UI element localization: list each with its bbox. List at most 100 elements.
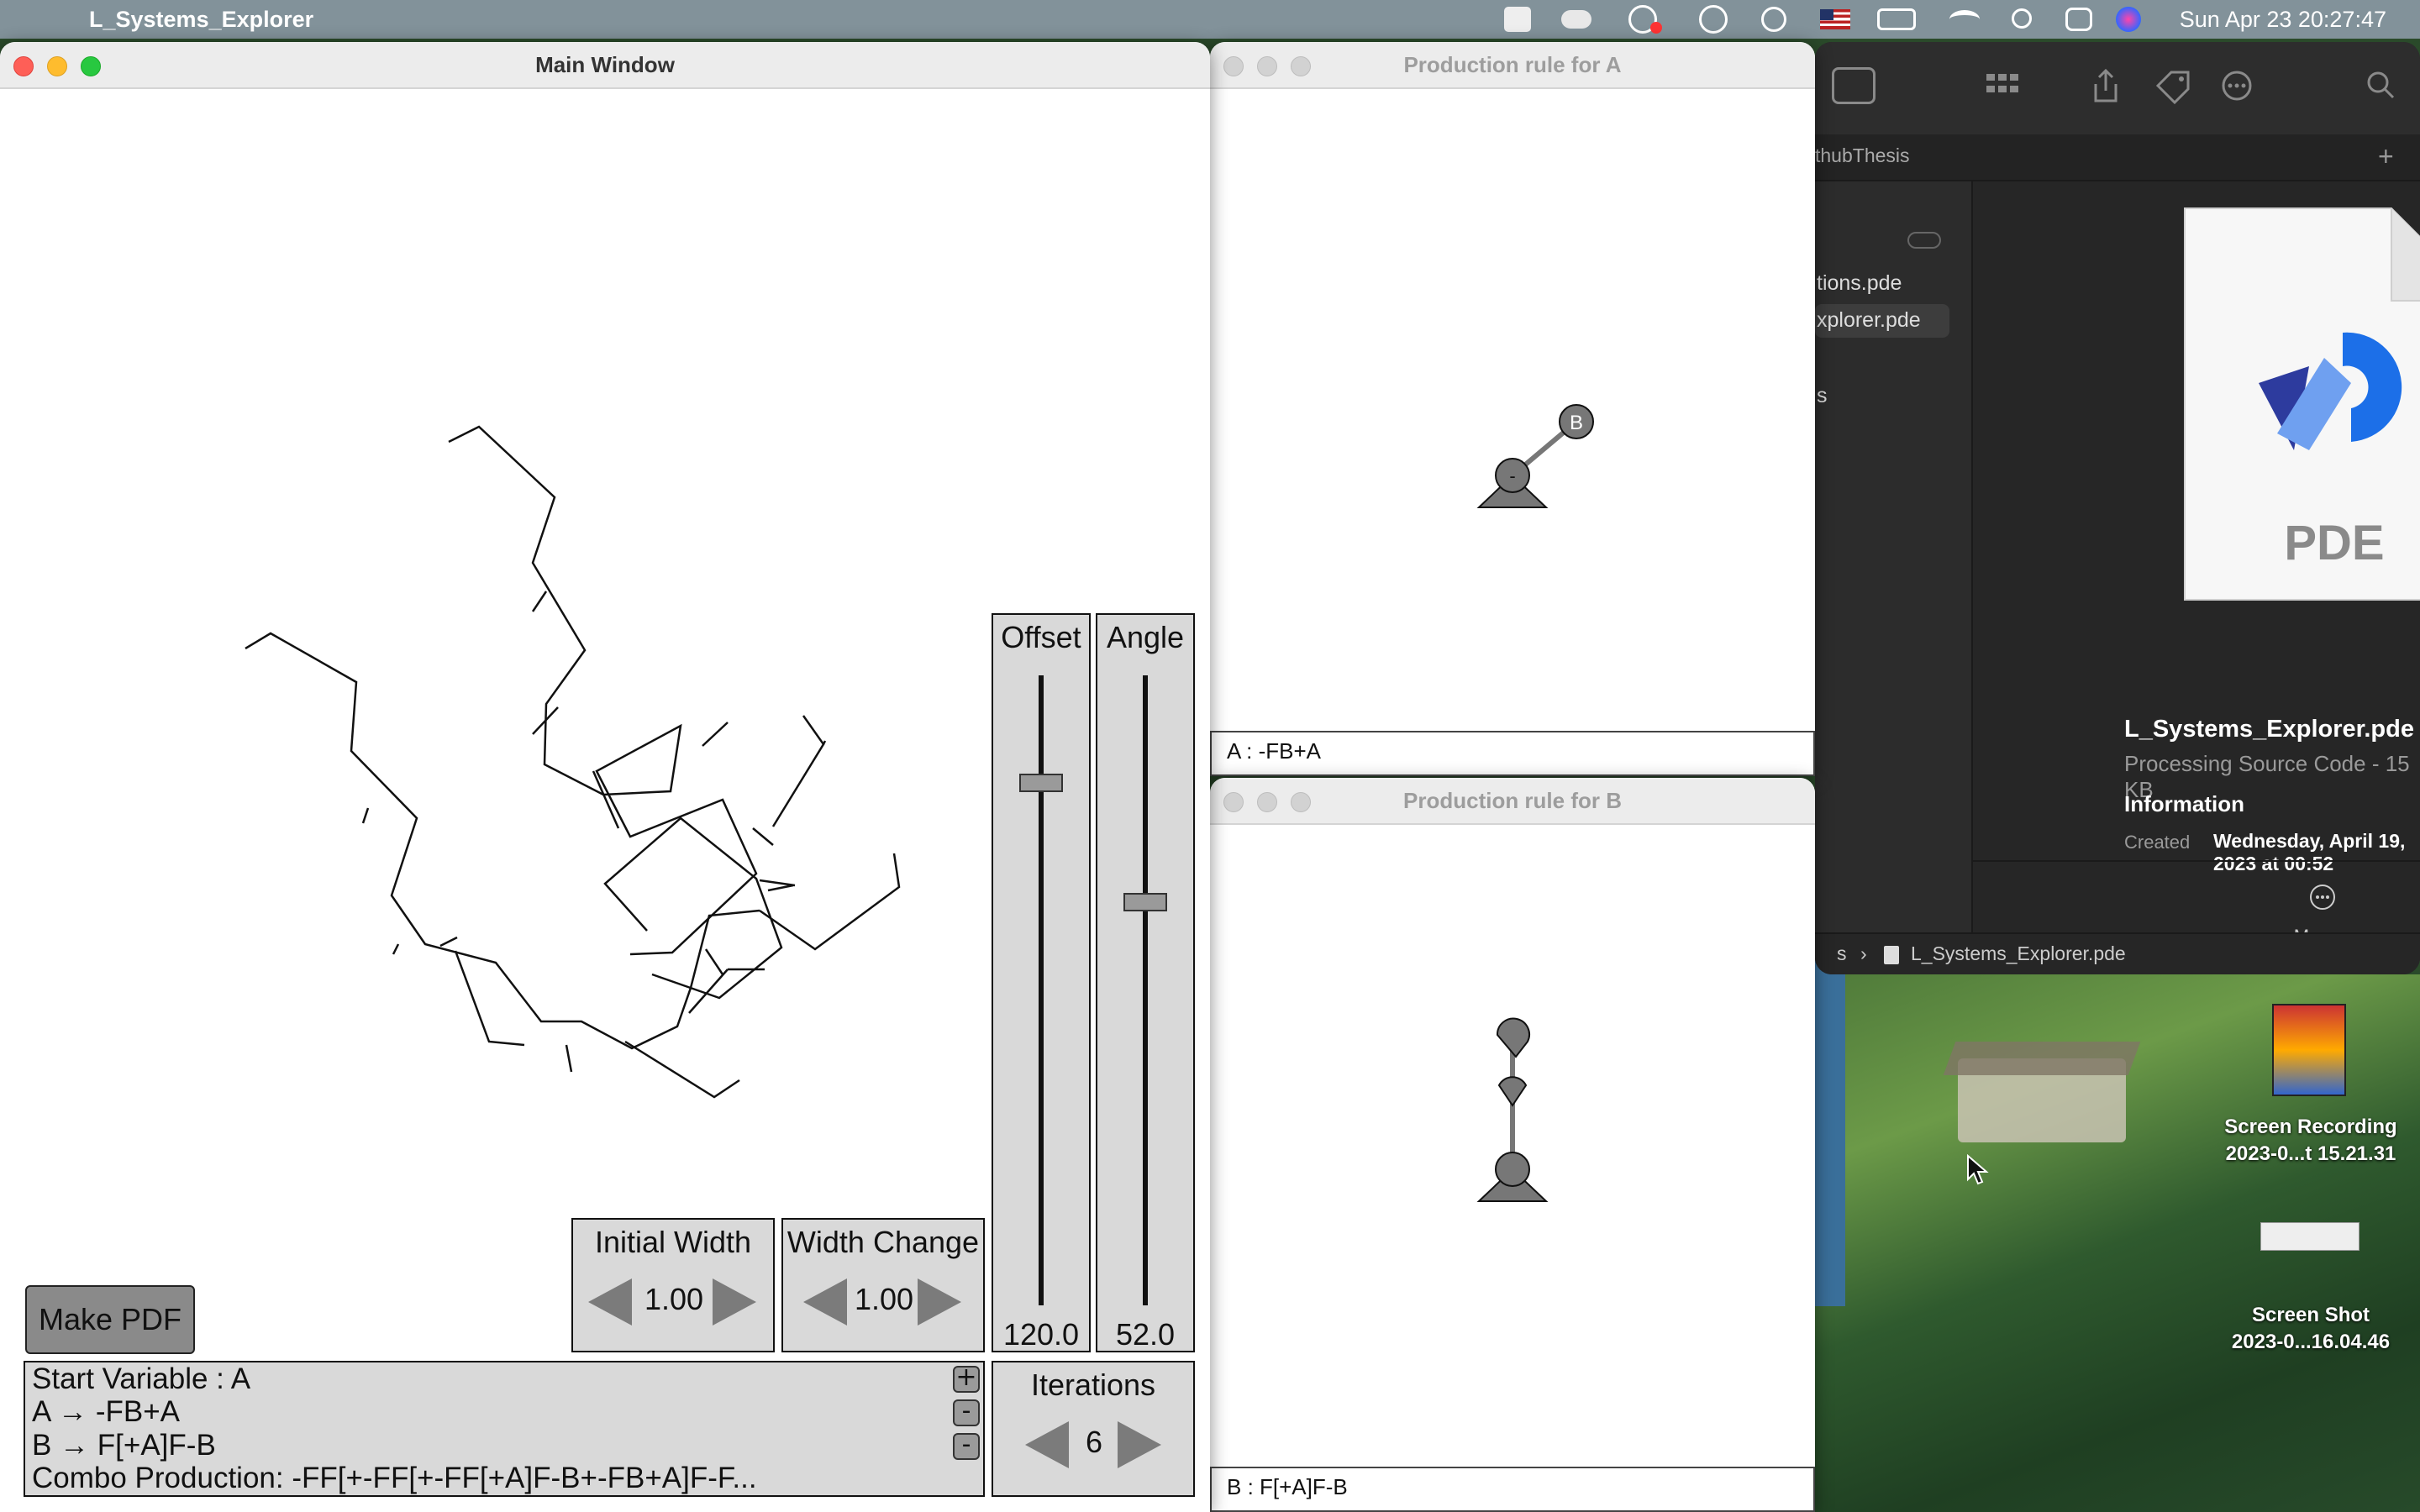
file-item[interactable]: tions.pde xyxy=(1815,267,1949,301)
angle-label: Angle xyxy=(1106,620,1185,654)
rule-b-text: B : F[+A]F-B xyxy=(1210,1467,1815,1512)
path-file[interactable]: L_Systems_Explorer.pde xyxy=(1911,942,2126,965)
initial-width-panel: Initial Width 1.00 xyxy=(571,1218,775,1352)
node-label: B xyxy=(1570,412,1583,434)
finder-preview-pane: PDE L_Systems_Explorer.pde Processing So… xyxy=(1973,181,2420,974)
rule-b-root-node xyxy=(1495,1152,1530,1187)
created-label: Created xyxy=(2124,832,2191,853)
group-icon[interactable] xyxy=(1983,67,2027,104)
file-item-selected[interactable]: xplorer.pde xyxy=(1815,304,1949,338)
app-menu[interactable]: L_Systems_Explorer xyxy=(89,7,313,33)
angle-slider-track[interactable] xyxy=(1143,675,1148,1305)
zoom-icon[interactable] xyxy=(1291,56,1311,76)
icloud-icon[interactable] xyxy=(1561,10,1591,29)
wifi-icon[interactable] xyxy=(1949,10,1980,29)
rule-a-text: A : -FB+A xyxy=(1210,731,1815,776)
add-rule-button[interactable]: + xyxy=(953,1365,980,1393)
search-icon[interactable] xyxy=(2012,8,2032,29)
decrease-initial-width-icon[interactable] xyxy=(588,1278,632,1326)
minimize-icon[interactable] xyxy=(47,56,67,76)
zoom-icon[interactable] xyxy=(81,56,101,76)
roof-shape xyxy=(1943,1042,2141,1075)
increase-initial-width-icon[interactable] xyxy=(713,1278,756,1326)
view-toggle-icon[interactable] xyxy=(1832,67,1876,104)
zoom-icon[interactable] xyxy=(1291,792,1311,812)
cursor-icon xyxy=(1967,1154,1989,1185)
new-tab-button[interactable]: + xyxy=(2378,141,2394,172)
clock[interactable]: Sun Apr 23 20:27:47 xyxy=(2180,7,2386,33)
angle-panel: Angle 52.0 xyxy=(1096,613,1195,1352)
chevron-right-icon: › xyxy=(1860,942,1867,964)
finder-file-list: tions.pde xplorer.pde s xyxy=(1815,181,1973,974)
window-title[interactable]: Main Window xyxy=(0,42,1210,89)
file-icon xyxy=(1884,946,1899,964)
close-icon[interactable] xyxy=(13,56,34,76)
production-window-a: Production rule for A - B A : -FB+A xyxy=(1210,42,1815,776)
initial-width-label: Initial Width xyxy=(594,1225,752,1259)
search-icon[interactable] xyxy=(2361,67,2405,104)
record-dot-icon xyxy=(1650,22,1662,34)
menu-bar: L_Systems_Explorer Sun Apr 23 20:27:47 xyxy=(0,0,2420,39)
offset-label: Offset xyxy=(1001,620,1081,654)
play-icon[interactable] xyxy=(1761,7,1786,32)
iterations-value: 6 xyxy=(1085,1425,1103,1459)
creative-cloud-icon[interactable] xyxy=(1504,7,1531,32)
rule-b-mid-node xyxy=(1497,1076,1528,1107)
flag-canton-icon xyxy=(1820,9,1833,20)
minimize-icon[interactable] xyxy=(1257,792,1277,812)
siri-icon[interactable] xyxy=(2116,7,2141,32)
remove-rule-b-button[interactable]: - xyxy=(953,1432,980,1460)
file-item[interactable]: s xyxy=(1815,380,1949,413)
pde-document-icon: PDE xyxy=(2184,207,2420,601)
remove-rule-a-button[interactable]: - xyxy=(953,1399,980,1426)
desktop-item-screenshot-label[interactable]: Screen Shot 2023-0...16.04.46 xyxy=(2202,1302,2420,1356)
more-icon[interactable] xyxy=(2307,882,2338,912)
increase-iterations-icon[interactable] xyxy=(1118,1421,1161,1468)
start-variable: Start Variable : A xyxy=(32,1362,251,1395)
doc-badge-text: PDE xyxy=(2284,516,2384,570)
rules-panel: Start Variable : A A → -FB+A B → F[+A]F-… xyxy=(24,1361,985,1497)
desktop-item-recording-label[interactable]: Screen Recording 2023-0...t 15.21.31 xyxy=(2202,1114,2420,1168)
desktop-item-screenshot-thumb[interactable] xyxy=(2260,1222,2360,1251)
production-window-b: Production rule for B B : F[+A]F-B xyxy=(1210,778,1815,1512)
finder-toolbar xyxy=(1815,42,2420,134)
battery-icon[interactable] xyxy=(1877,8,1916,30)
control-center-icon[interactable] xyxy=(2065,8,2092,31)
decrease-width-change-icon[interactable] xyxy=(803,1278,847,1326)
offset-slider-thumb[interactable] xyxy=(1019,773,1063,792)
increase-width-change-icon[interactable] xyxy=(918,1278,961,1326)
file-name: L_Systems_Explorer.pde xyxy=(2124,716,2414,743)
width-change-label: Width Change xyxy=(786,1225,980,1259)
cloud-icon xyxy=(1907,232,1941,249)
rule-a-canvas[interactable]: - B xyxy=(1210,89,1815,727)
rule-b-line[interactable]: B → F[+A]F-B xyxy=(32,1429,216,1462)
close-icon[interactable] xyxy=(1223,792,1244,812)
rule-b-top-node xyxy=(1496,1017,1530,1058)
share-icon[interactable] xyxy=(2084,67,2128,104)
width-change-value: 1.00 xyxy=(854,1282,914,1316)
minimize-icon[interactable] xyxy=(1257,56,1277,76)
offset-slider-track[interactable] xyxy=(1039,675,1044,1305)
sync-icon[interactable] xyxy=(1699,5,1728,34)
angle-slider-thumb[interactable] xyxy=(1123,893,1167,911)
close-icon[interactable] xyxy=(1223,56,1244,76)
rule-b-canvas[interactable] xyxy=(1210,825,1815,1463)
desktop-item-recording-thumb[interactable] xyxy=(2272,1004,2346,1096)
tab-label[interactable]: thubThesis xyxy=(1815,144,1910,167)
finder-window: thubThesis + tions.pde xplorer.pde s PDE… xyxy=(1815,42,2420,974)
angle-value: 52.0 xyxy=(1115,1317,1176,1352)
offset-value: 120.0 xyxy=(1002,1317,1080,1352)
iterations-label: Iterations xyxy=(1030,1368,1156,1402)
info-heading: Information xyxy=(2124,791,2244,816)
divider xyxy=(1973,860,2420,862)
path-bar: s › L_Systems_Explorer.pde xyxy=(1815,932,2420,974)
path-segment[interactable]: s xyxy=(1837,942,1847,965)
make-pdf-button[interactable]: Make PDF xyxy=(25,1285,195,1354)
rule-a-line[interactable]: A → -FB+A xyxy=(32,1395,180,1429)
more-actions-icon[interactable] xyxy=(2218,67,2262,104)
created-value: Wednesday, April 19, 2023 at 00:52 xyxy=(2213,830,2406,874)
tag-icon[interactable] xyxy=(2151,67,2195,105)
decrease-iterations-icon[interactable] xyxy=(1025,1421,1069,1468)
combo-production: Combo Production: -FF[+-FF[+-FF[+A]F-B+-… xyxy=(32,1462,757,1494)
offset-panel: Offset 120.0 xyxy=(992,613,1091,1352)
